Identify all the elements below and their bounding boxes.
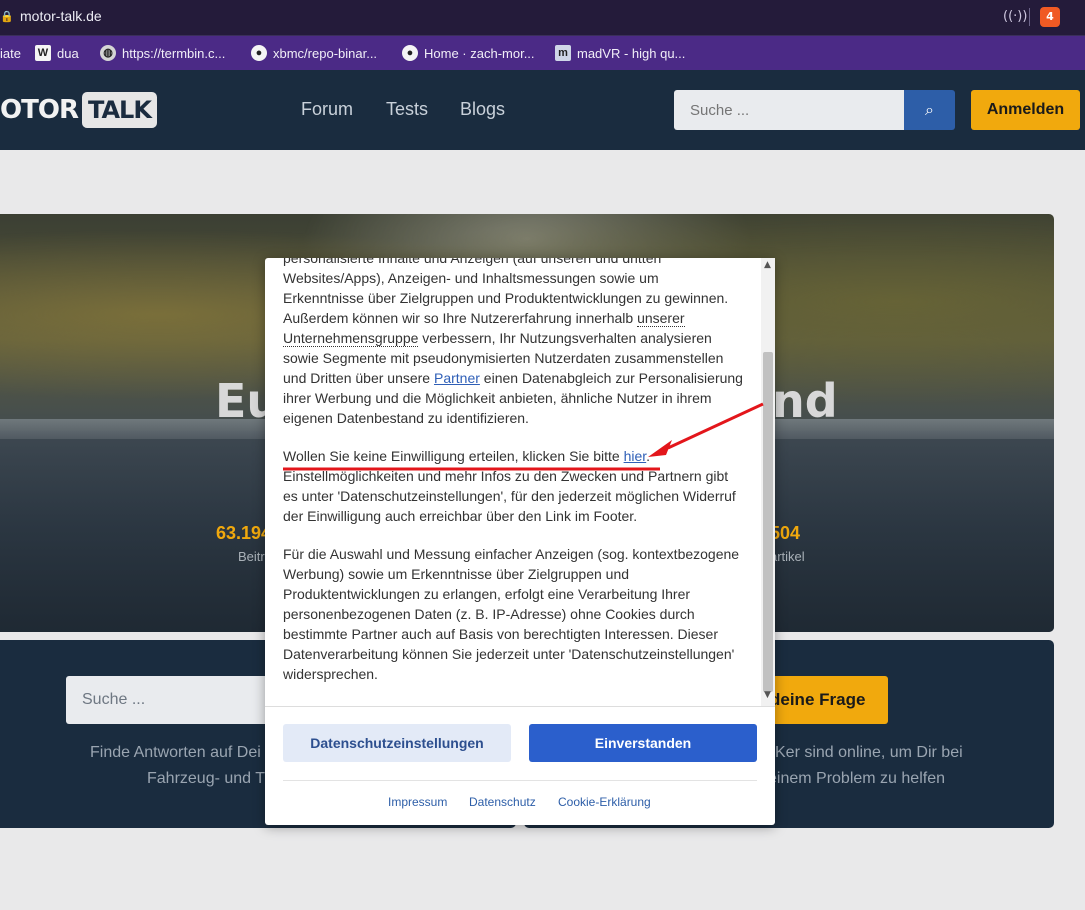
hero-title-right: nd (772, 374, 838, 428)
bookmark-label: xbmc/repo-binar... (273, 45, 378, 61)
madvr-icon: m (555, 45, 571, 61)
ask-panel-text-line1: Ker sind online, um Dir bei (775, 744, 963, 761)
address-field[interactable]: motor-talk.de (20, 8, 102, 24)
lock-icon: 🔒 (0, 10, 14, 23)
wikipedia-icon: W (35, 45, 51, 61)
bookmark-item[interactable]: iate (0, 43, 21, 63)
scroll-down-arrow-icon[interactable]: ▼ (764, 690, 771, 700)
reject-here-link[interactable]: hier (624, 448, 647, 464)
panel-search-input[interactable]: Suche ... (66, 676, 276, 724)
nav-blogs[interactable]: Blogs (460, 99, 505, 120)
ask-panel-text-line2: einem Problem zu helfen (768, 770, 945, 787)
consent-dialog: personalisierte Inhalte und Anzeigen (au… (265, 258, 775, 825)
nav-forum[interactable]: Forum (301, 99, 353, 120)
github-icon: ● (251, 45, 267, 61)
bookmark-label: https://termbin.c... (122, 45, 226, 61)
stat-right-label: artikel (770, 549, 805, 564)
bookmark-item[interactable]: W dua (35, 43, 79, 63)
consent-scroll-area[interactable]: personalisierte Inhalte und Anzeigen (au… (265, 258, 775, 706)
nav-tests[interactable]: Tests (386, 99, 428, 120)
site-header: OTOR TALK Forum Tests Blogs ⌕ Anmelden (0, 70, 1085, 150)
header-search-input[interactable] (674, 90, 904, 130)
bookmark-item[interactable]: m madVR - high qu... (555, 43, 685, 63)
logo-talk: TALK (81, 92, 157, 128)
brave-badge-count: 4 (1046, 10, 1054, 23)
impressum-link[interactable]: Impressum (388, 795, 447, 809)
consent-divider (265, 706, 775, 707)
ask-question-button[interactable]: deine Frage (766, 676, 888, 724)
toolbar-separator (1029, 8, 1030, 26)
agree-button[interactable]: Einverstanden (529, 724, 757, 762)
consent-paragraph-3: Für die Auswahl und Messung einfacher An… (283, 546, 740, 682)
brave-shield-icon[interactable]: 4 (1040, 7, 1060, 27)
privacy-settings-button[interactable]: Datenschutzeinstellungen (283, 724, 511, 762)
search-icon: ⌕ (925, 100, 934, 119)
bookmark-item[interactable]: ● Home · zach-mor... (402, 43, 535, 63)
browser-url-bar: 🔒 motor-talk.de ((·)) 4 (0, 0, 1085, 36)
motor-talk-logo[interactable]: OTOR TALK (0, 90, 157, 130)
datenschutz-link[interactable]: Datenschutz (469, 795, 536, 809)
login-button[interactable]: Anmelden (971, 90, 1080, 130)
bookmark-label: Home · zach-mor... (424, 45, 535, 61)
stat-left-value: 63.194 (216, 523, 272, 543)
search-panel-text-line2: Fahrzeug- und Th (147, 770, 274, 787)
cookie-declaration-link[interactable]: Cookie-Erklärung (558, 795, 651, 809)
search-panel-text-line1: Finde Antworten auf Dei (90, 744, 261, 761)
bookmark-item[interactable]: ◍ https://termbin.c... (100, 43, 225, 63)
scrollbar-thumb[interactable] (763, 352, 773, 692)
consent-text: personalisierte Inhalte und Anzeigen (au… (283, 258, 743, 702)
bookmark-label: dua (57, 45, 79, 61)
header-search-button[interactable]: ⌕ (904, 90, 955, 130)
globe-icon: ◍ (100, 45, 116, 61)
bookmark-label: iate (0, 45, 21, 61)
broadcast-icon[interactable]: ((·)) (1003, 9, 1027, 25)
bookmarks-bar: iate W dua ◍ https://termbin.c... ● xbmc… (0, 36, 1085, 70)
consent-text-segment: Wollen Sie keine Einwilligung erteilen, … (283, 448, 624, 464)
partner-link[interactable]: Partner (434, 370, 480, 386)
consent-footer-divider (283, 780, 757, 781)
scroll-up-arrow-icon[interactable]: ▲ (764, 260, 771, 270)
stat-left-label: Beitr (238, 549, 265, 564)
bookmark-item[interactable]: ● xbmc/repo-binar... (251, 43, 377, 63)
github-icon: ● (402, 45, 418, 61)
consent-scrollbar[interactable]: ▲ ▼ (761, 258, 775, 706)
logo-motor: OTOR (0, 95, 79, 125)
consent-paragraph-2: Wollen Sie keine Einwilligung erteilen, … (283, 446, 743, 526)
consent-paragraph-1: personalisierte Inhalte und Anzeigen (au… (283, 258, 743, 428)
bookmark-label: madVR - high qu... (577, 45, 686, 61)
